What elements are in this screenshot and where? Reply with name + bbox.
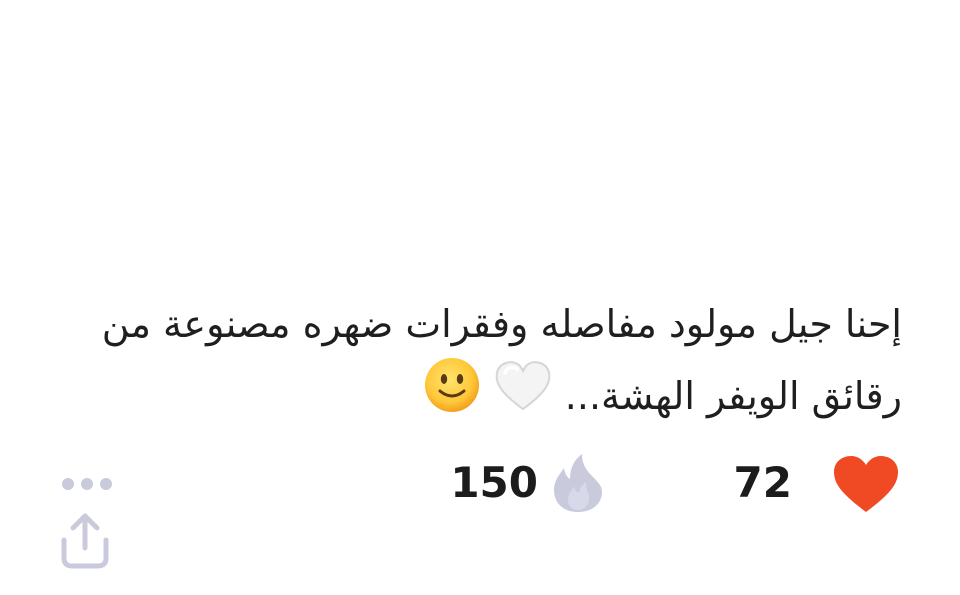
post-text-line-2: رقائق الويفر الهشة... (62, 356, 902, 441)
white-heart-icon (493, 357, 553, 432)
likes-count: 72 (733, 458, 792, 507)
post-page: إحنا جيل مولود مفاصله وفقرات ضهره مصنوعة… (0, 0, 960, 595)
share-icon (61, 513, 109, 569)
fire-icon[interactable] (552, 452, 604, 514)
post-text-line-2-text: رقائق الويفر الهشة... (564, 374, 902, 418)
post-text: إحنا جيل مولود مفاصله وفقرات ضهره مصنوعة… (62, 292, 902, 441)
reaction-stats: 72 150 (380, 450, 900, 520)
slightly-smiling-face-icon (423, 356, 481, 433)
share-button[interactable] (58, 512, 112, 570)
more-dots-icon (62, 478, 112, 490)
heart-icon[interactable] (832, 454, 900, 514)
fire-count: 150 (450, 458, 538, 507)
more-options-button[interactable] (58, 472, 118, 496)
post-text-line-1: إحنا جيل مولود مفاصله وفقرات ضهره مصنوعة… (101, 302, 902, 346)
